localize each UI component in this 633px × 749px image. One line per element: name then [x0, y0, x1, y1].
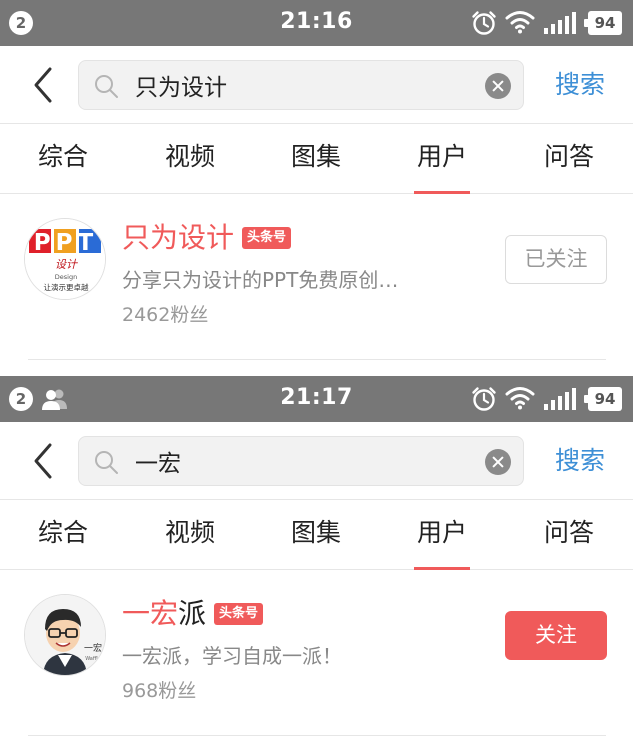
user-result-row[interactable]: PPT 设计 Design 让演示更卓越 只为设计 头条号 分享只为设计的PPT免…	[0, 194, 633, 360]
search-header: 搜索	[0, 46, 633, 124]
alarm-icon	[472, 387, 496, 411]
row-divider	[28, 359, 606, 360]
logo-sub: 设计	[55, 258, 78, 271]
clear-icon[interactable]	[485, 73, 511, 99]
tab-gallery[interactable]: 图集	[266, 124, 366, 194]
status-time: 21:17	[280, 385, 353, 410]
search-input[interactable]	[135, 61, 455, 109]
signal-icon	[544, 388, 576, 410]
follow-button[interactable]: 关注	[505, 611, 607, 660]
user-bio: 分享只为设计的PPT免费原创…	[122, 268, 399, 292]
row-divider	[28, 735, 606, 736]
status-bar: 2 21:17 94	[0, 376, 633, 422]
avatar[interactable]: 一宏 Waffle	[24, 594, 106, 676]
toutiao-badge: 头条号	[214, 603, 264, 625]
fan-count: 968粉丝	[122, 680, 197, 702]
logo-letters: PPT	[34, 230, 98, 256]
battery-icon: 94	[584, 387, 622, 411]
logo-tagline: 让演示更卓越	[44, 282, 89, 292]
search-icon	[95, 75, 118, 98]
search-button[interactable]: 搜索	[548, 66, 612, 104]
user-name-line[interactable]: 一宏派 头条号	[122, 594, 264, 634]
user-name: 只为设计	[122, 221, 235, 254]
tab-qa[interactable]: 问答	[519, 124, 619, 194]
search-button[interactable]: 搜索	[548, 442, 612, 480]
status-time: 21:16	[280, 9, 353, 34]
search-input[interactable]	[135, 437, 455, 485]
wifi-icon	[505, 387, 535, 410]
tab-users[interactable]: 用户	[392, 124, 492, 194]
ppt-design-logo: PPT 设计 Design 让演示更卓越	[25, 219, 105, 299]
tab-comprehensive[interactable]: 综合	[13, 124, 113, 194]
tab-video[interactable]: 视频	[140, 500, 240, 570]
fan-count: 2462粉丝	[122, 304, 209, 326]
tab-qa[interactable]: 问答	[519, 500, 619, 570]
clear-icon[interactable]	[485, 449, 511, 475]
search-box	[78, 436, 524, 486]
cartoon-avatar: 一宏 Waffle	[25, 595, 105, 675]
user-result-row[interactable]: 一宏 Waffle 一宏派 头条号 一宏派，学习自成一派！ 968粉丝 关注	[0, 570, 633, 736]
alarm-icon	[472, 11, 496, 35]
tab-video[interactable]: 视频	[140, 124, 240, 194]
avatar-caption: 一宏	[84, 642, 102, 654]
search-screen-1: 2 21:16 94 只为设计 搜索 综合 视频 图集 用户 问答 PPT 设计…	[0, 0, 633, 376]
search-icon	[95, 451, 118, 474]
avatar[interactable]: PPT 设计 Design 让演示更卓越	[24, 218, 106, 300]
tab-comprehensive[interactable]: 综合	[13, 500, 113, 570]
tab-gallery[interactable]: 图集	[266, 500, 366, 570]
category-tabs: 综合 视频 图集 用户 问答	[0, 124, 633, 194]
follow-button[interactable]: 已关注	[505, 235, 607, 284]
signal-icon	[544, 12, 576, 34]
battery-icon: 94	[584, 11, 622, 35]
user-name: 一宏派	[122, 597, 207, 630]
back-arrow-icon[interactable]	[26, 64, 62, 106]
wifi-icon	[505, 11, 535, 34]
avatar-caption-sub: Waffle	[85, 656, 101, 662]
status-bar: 2 21:16 94	[0, 0, 633, 46]
search-screen-2: 2 21:17 94 一宏 搜索 综合 视频 图集 用户 问答 一宏 Waffl…	[0, 376, 633, 749]
category-tabs: 综合 视频 图集 用户 问答	[0, 500, 633, 570]
logo-design: Design	[55, 273, 77, 281]
search-box	[78, 60, 524, 110]
back-arrow-icon[interactable]	[26, 440, 62, 482]
user-bio: 一宏派，学习自成一派！	[122, 644, 342, 668]
search-header: 搜索	[0, 422, 633, 500]
toutiao-badge: 头条号	[242, 227, 292, 249]
tab-users[interactable]: 用户	[392, 500, 492, 570]
user-name-line[interactable]: 只为设计 头条号	[122, 218, 292, 258]
